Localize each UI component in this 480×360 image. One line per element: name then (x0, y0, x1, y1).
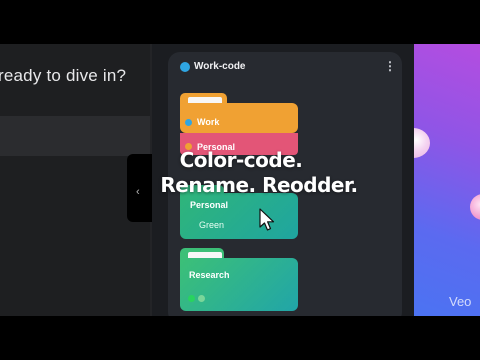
caption-line-2: Rename. Reodder. (160, 173, 358, 197)
folder-sublabel: Green (199, 220, 225, 230)
letterbox-top (0, 0, 480, 44)
letterbox-bottom (0, 316, 480, 360)
color-dot-icon (188, 295, 195, 302)
card-header: Work-code ⋮ (170, 56, 400, 78)
caption-line-1: Color-code. (179, 148, 303, 172)
card-title: Work-code (194, 61, 246, 72)
folder-label: Research (189, 270, 230, 280)
folder-work[interactable]: Work (180, 93, 298, 133)
prompt-text: ready to dive in? (0, 66, 127, 85)
watermark: Veo (449, 294, 472, 309)
folder-body (180, 258, 298, 311)
more-menu-icon[interactable]: ⋮ (384, 59, 396, 73)
decorative-orb (470, 194, 480, 220)
color-dot-icon (185, 119, 192, 126)
right-gradient-panel: Veo (414, 44, 480, 316)
decorative-orb (414, 128, 430, 158)
folder-research[interactable]: Research (180, 248, 298, 311)
color-dot-icon (198, 295, 205, 302)
color-dot-icon (180, 62, 190, 72)
folder-label: Work (197, 117, 220, 127)
folder-label: Personal (190, 200, 229, 210)
mouse-cursor-icon (259, 208, 275, 231)
